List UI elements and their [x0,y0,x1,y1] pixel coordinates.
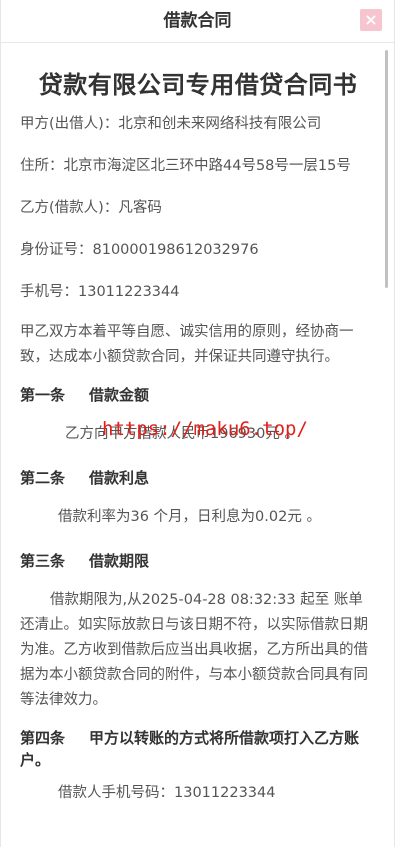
article-2-body: 借款利率为36 个月，日利息为0.02元 。 [58,509,321,525]
article-3-body: 借款期限为,从2025-04-28 08:32:33 起至 账单还清止。如实际放… [20,592,368,708]
contract-heading: 贷款有限公司专用借贷合同书 [38,71,358,99]
borrower-line: 乙方(借款人)：凡客码 [20,200,162,216]
article-title: 借款利息 [89,469,150,487]
scrollbar-thumb[interactable] [385,50,388,288]
address-line: 住所：北京市海淀区北三环中路44号58号一层15号 [20,158,351,174]
article-number: 第四条 [20,729,66,747]
article-2-heading: 第二条 借款利息 [20,467,376,489]
lender-line: 甲方(出借人)：北京和创未来网络科技有限公司 [20,116,322,132]
article-number: 第二条 [20,469,66,487]
article-1-heading: 第一条 借款金额 [20,384,376,406]
intro-paragraph: 甲乙双方本着平等自愿、诚实信用的原则，经协商一致，达成本小额贷款合同，并保证共同… [20,324,354,365]
contract-modal: 借款合同 × 贷款有限公司专用借贷合同书 甲方(出借人)：北京和创未来网络科技有… [0,0,395,847]
phone-line: 手机号：13011223344 [20,284,180,300]
article-4-body: 借款人手机号码：13011223344 [58,785,276,801]
article-number: 第三条 [20,552,66,570]
modal-header: 借款合同 × [1,0,394,43]
id-number-line: 身份证号：810000198612032976 [20,242,259,258]
watermark-url: https://maku6.top/ [102,418,308,440]
article-3-heading: 第三条 借款期限 [20,550,376,572]
article-number: 第一条 [20,386,66,404]
modal-title: 借款合同 [163,11,232,31]
article-title: 借款金额 [89,386,150,404]
article-4-heading: 第四条 甲方以转账的方式将所借款项打入乙方账户。 [20,727,376,771]
close-icon[interactable]: × [360,9,382,31]
contract-body[interactable]: 贷款有限公司专用借贷合同书 甲方(出借人)：北京和创未来网络科技有限公司 住所：… [1,43,394,847]
article-title: 借款期限 [89,552,150,570]
